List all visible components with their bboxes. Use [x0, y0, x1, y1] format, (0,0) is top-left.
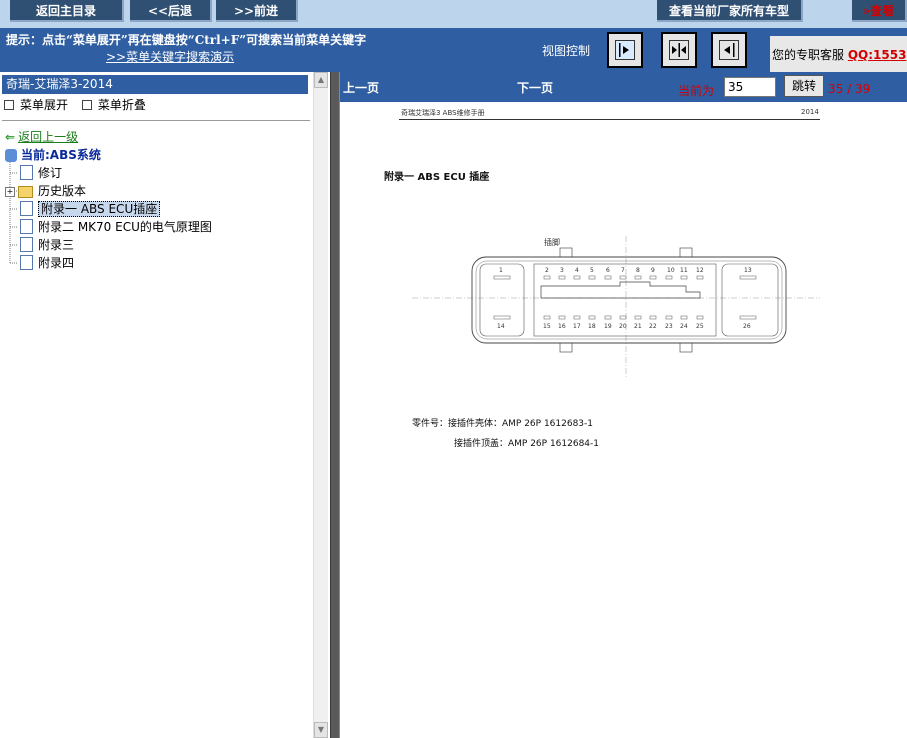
svg-text:19: 19 — [604, 323, 612, 330]
jump-button[interactable]: 跳转 — [784, 75, 824, 97]
svg-text:1: 1 — [499, 267, 503, 274]
svg-text:10: 10 — [667, 267, 675, 274]
page-nav-bar: 上一页 下一页 当前为 35 跳转 35 / 39 — [340, 72, 907, 102]
doc-header-rule — [399, 119, 820, 120]
scroll-up-arrow-icon[interactable]: ▲ — [314, 72, 328, 88]
current-page-label: 当前为 — [678, 84, 715, 98]
svg-text:16: 16 — [558, 323, 566, 330]
connector-pins-label: 插脚 — [544, 237, 560, 247]
home-button[interactable]: 返回主目录 — [10, 0, 124, 22]
tree-item-appendix-3[interactable]: 附录三 — [20, 236, 74, 254]
svg-text:26: 26 — [743, 323, 751, 330]
next-page-button[interactable]: 下一页 — [517, 79, 553, 96]
document-icon — [20, 255, 33, 270]
page-number-input[interactable]: 35 — [724, 77, 776, 97]
split-view-icon — [669, 40, 689, 60]
expand-menu-button[interactable]: 菜单展开 — [4, 98, 68, 112]
svg-text:25: 25 — [696, 323, 704, 330]
service-box: 您的专职客服 QQ:1553 — [770, 36, 907, 72]
document-icon — [20, 219, 33, 234]
svg-text:13: 13 — [744, 267, 752, 274]
document-viewer: 上一页 下一页 当前为 35 跳转 35 / 39 奇瑞艾瑞泽3 ABS维修手册… — [340, 72, 907, 738]
view-control-label: 视图控制 — [542, 44, 591, 58]
search-demo-link[interactable]: >>菜单关键字搜索演示 — [106, 48, 234, 65]
back-up-level-link[interactable]: ⇐ 返回上一级 — [5, 128, 78, 146]
svg-text:15: 15 — [543, 323, 551, 330]
svg-text:24: 24 — [680, 323, 688, 330]
svg-text:8: 8 — [636, 267, 640, 274]
doc-section-title: 附录一 ABS ECU 插座 — [384, 172, 490, 183]
svg-text:18: 18 — [588, 323, 596, 330]
view-expand-right-button[interactable] — [607, 32, 643, 68]
menu-tree-panel: 奇瑞-艾瑞泽3-2014 菜单展开 菜单折叠 ⇐ 返回上一级 当前:ABS系统 修… — [0, 72, 330, 738]
back-arrow-icon: ⇐ — [5, 130, 16, 144]
tree-item-history[interactable]: + 历史版本 — [5, 182, 86, 200]
database-icon — [5, 149, 17, 162]
svg-text:7: 7 — [621, 267, 625, 274]
part-number-line-2: 接插件顶盖：AMP 26P 1612684-1 — [454, 439, 600, 449]
tree-connector — [9, 162, 18, 264]
arrow-right-icon — [615, 40, 635, 60]
tree-item-revision[interactable]: 修订 — [20, 164, 62, 182]
doc-header-year: 2014 — [801, 108, 819, 116]
view-split-button[interactable] — [661, 32, 697, 68]
qq-link[interactable]: QQ:1553 — [848, 48, 907, 62]
tree-title: 奇瑞-艾瑞泽3-2014 — [2, 75, 308, 94]
document-icon — [20, 201, 33, 216]
tree-scrollbar[interactable]: ▲ ▼ — [313, 72, 328, 738]
pin-numbers-bottom: 14 15 16 17 18 19 20 21 22 23 24 25 26 — [497, 323, 751, 330]
svg-text:12: 12 — [696, 267, 704, 274]
hint-text: 提示：点击“菜单展开”再在键盘按“Ctrl+F”可搜索当前菜单关键字 — [6, 33, 367, 47]
tree-item-appendix-1[interactable]: 附录一 ABS ECU插座 — [20, 200, 161, 218]
page-count: 35 / 39 — [828, 82, 871, 96]
service-label: 您的专职客服 — [772, 48, 845, 62]
document-page: 奇瑞艾瑞泽3 ABS维修手册 2014 附录一 ABS ECU 插座 插脚 1 … — [340, 102, 907, 738]
connector-diagram: 插脚 1 23 45 67 89 10 11 12 13 14 15 16 17 18… — [412, 236, 820, 377]
square-icon — [4, 99, 14, 110]
svg-text:22: 22 — [649, 323, 657, 330]
view-all-button[interactable]: »查看 — [852, 0, 907, 22]
top-toolbar: 返回主目录 <<后退 >>前进 查看当前厂家所有车型 »查看 — [0, 0, 907, 28]
arrow-left-icon — [719, 40, 739, 60]
pin-slots-bottom — [493, 315, 757, 320]
svg-text:17: 17 — [573, 323, 581, 330]
svg-text:3: 3 — [560, 267, 564, 274]
divider — [2, 120, 310, 121]
svg-text:21: 21 — [634, 323, 642, 330]
back-button[interactable]: <<后退 — [130, 0, 212, 22]
svg-text:6: 6 — [606, 267, 610, 274]
svg-text:9: 9 — [651, 267, 655, 274]
collapse-menu-button[interactable]: 菜单折叠 — [81, 98, 146, 112]
svg-text:4: 4 — [575, 267, 579, 274]
svg-text:11: 11 — [680, 267, 688, 274]
tree-item-appendix-4[interactable]: 附录四 — [20, 254, 74, 272]
svg-text:5: 5 — [590, 267, 594, 274]
svg-text:14: 14 — [497, 323, 505, 330]
folder-icon — [18, 185, 33, 198]
part-number-line-1: 零件号：接插件壳体：AMP 26P 1612683-1 — [412, 419, 594, 429]
pin-slots-top — [493, 275, 757, 280]
svg-text:23: 23 — [665, 323, 673, 330]
svg-text:20: 20 — [619, 323, 627, 330]
square-icon — [81, 99, 92, 110]
svg-text:2: 2 — [545, 267, 549, 274]
document-icon — [20, 237, 33, 252]
pin-numbers-top: 1 2 3 4 5 6 7 8 9 10 11 12 13 — [499, 267, 752, 274]
prev-page-button[interactable]: 上一页 — [343, 79, 379, 96]
forward-button[interactable]: >>前进 — [216, 0, 298, 22]
all-models-button[interactable]: 查看当前厂家所有车型 — [657, 0, 803, 22]
tree-item-appendix-2[interactable]: 附录二 MK70 ECU的电气原理图 — [20, 218, 212, 236]
scroll-down-arrow-icon[interactable]: ▼ — [314, 722, 328, 738]
expand-plus-icon[interactable]: + — [5, 186, 15, 197]
view-expand-left-button[interactable] — [711, 32, 747, 68]
document-icon — [20, 165, 33, 180]
doc-header-title: 奇瑞艾瑞泽3 ABS维修手册 — [401, 109, 485, 117]
panel-splitter[interactable] — [330, 72, 340, 738]
